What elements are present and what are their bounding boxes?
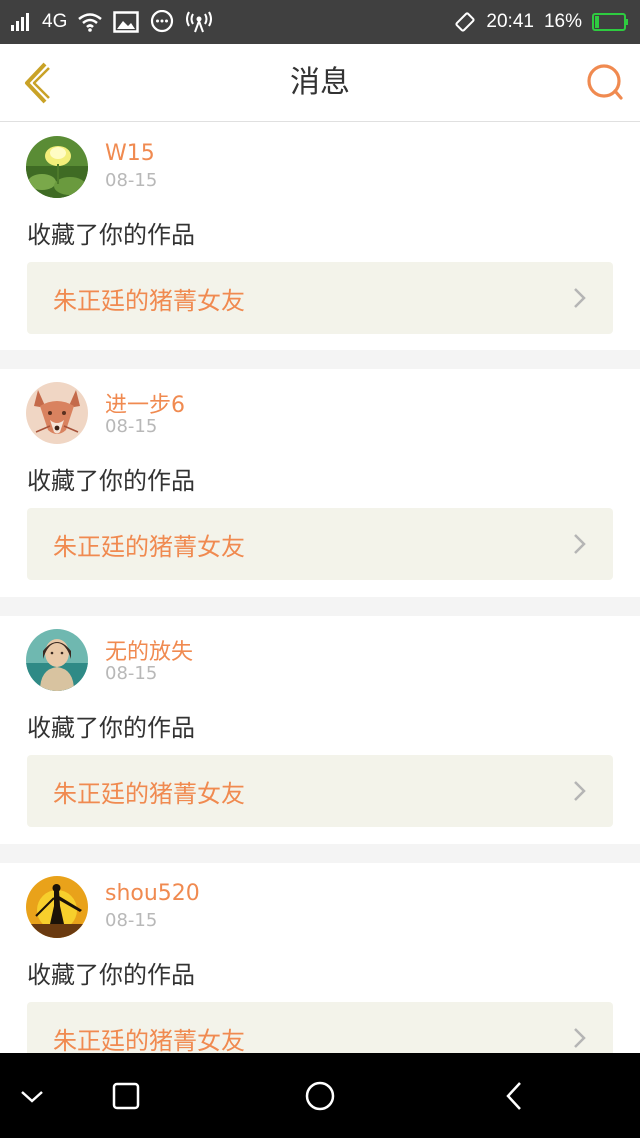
work-title: 朱正廷的猪菁女友 (53, 286, 245, 315)
avatar[interactable] (26, 876, 88, 938)
page-title: 消息 (290, 65, 350, 100)
message-text: 收藏了你的作品 (27, 467, 195, 495)
circle-icon (305, 1081, 335, 1111)
username[interactable]: 进一步6 (105, 387, 185, 419)
message-date: 08-15 (105, 910, 158, 931)
message-text: 收藏了你的作品 (27, 961, 195, 989)
nav-back-button[interactable] (491, 1073, 537, 1119)
signal-icon (10, 12, 32, 32)
system-nav-bar (0, 1053, 640, 1138)
battery-percent: 16% (543, 11, 582, 32)
search-icon (587, 64, 623, 100)
message-card: 进一步6 08-15 收藏了你的作品 朱正廷的猪菁女友 (0, 369, 640, 597)
username[interactable]: shou520 (105, 881, 200, 906)
work-title: 朱正廷的猪菁女友 (53, 532, 245, 561)
battery-icon (592, 12, 630, 32)
message-card: 无的放失 08-15 收藏了你的作品 朱正廷的猪菁女友 (0, 616, 640, 844)
status-bar: 4G 20:41 16% (0, 0, 640, 44)
nav-recents-button[interactable] (103, 1073, 149, 1119)
message-text: 收藏了你的作品 (27, 221, 195, 249)
work-link[interactable]: 朱正廷的猪菁女友 (27, 755, 613, 827)
network-type: 4G (42, 11, 68, 32)
back-arrow-icon (25, 62, 50, 104)
message-text: 收藏了你的作品 (27, 714, 195, 742)
wifi-icon (77, 12, 103, 32)
avatar[interactable] (26, 382, 88, 444)
chevron-right-icon (573, 287, 587, 309)
back-triangle-icon (506, 1082, 521, 1110)
clock: 20:41 (486, 11, 534, 32)
chevron-right-icon (573, 780, 587, 802)
work-title: 朱正廷的猪菁女友 (53, 779, 245, 808)
message-card: shou520 08-15 收藏了你的作品 朱正廷的猪菁女友 (0, 863, 640, 1053)
image-icon (113, 11, 140, 33)
search-button[interactable] (584, 62, 626, 104)
square-icon (112, 1082, 140, 1110)
avatar[interactable] (26, 136, 88, 198)
nav-collapse-button[interactable] (9, 1073, 55, 1119)
message-date: 08-15 (105, 416, 158, 437)
hotspot-icon (185, 11, 213, 33)
back-button[interactable] (14, 58, 58, 108)
rotate-icon (454, 11, 476, 33)
username[interactable]: 无的放失 (105, 634, 193, 666)
work-title: 朱正廷的猪菁女友 (53, 1026, 245, 1054)
message-date: 08-15 (105, 663, 158, 684)
message-date: 08-15 (105, 170, 158, 191)
app-header: 消息 (0, 44, 640, 122)
message-list[interactable]: W15 08-15 收藏了你的作品 朱正廷的猪菁女友 进一步6 08-15 收藏… (0, 123, 640, 1053)
work-link[interactable]: 朱正廷的猪菁女友 (27, 262, 613, 334)
nav-home-button[interactable] (297, 1073, 343, 1119)
chat-icon (149, 10, 175, 34)
chevron-down-icon (21, 1091, 43, 1103)
work-link[interactable]: 朱正廷的猪菁女友 (27, 1002, 613, 1053)
message-card: W15 08-15 收藏了你的作品 朱正廷的猪菁女友 (0, 123, 640, 350)
username[interactable]: W15 (105, 141, 155, 166)
chevron-right-icon (573, 533, 587, 555)
chevron-right-icon (573, 1027, 587, 1049)
avatar[interactable] (26, 629, 88, 691)
work-link[interactable]: 朱正廷的猪菁女友 (27, 508, 613, 580)
